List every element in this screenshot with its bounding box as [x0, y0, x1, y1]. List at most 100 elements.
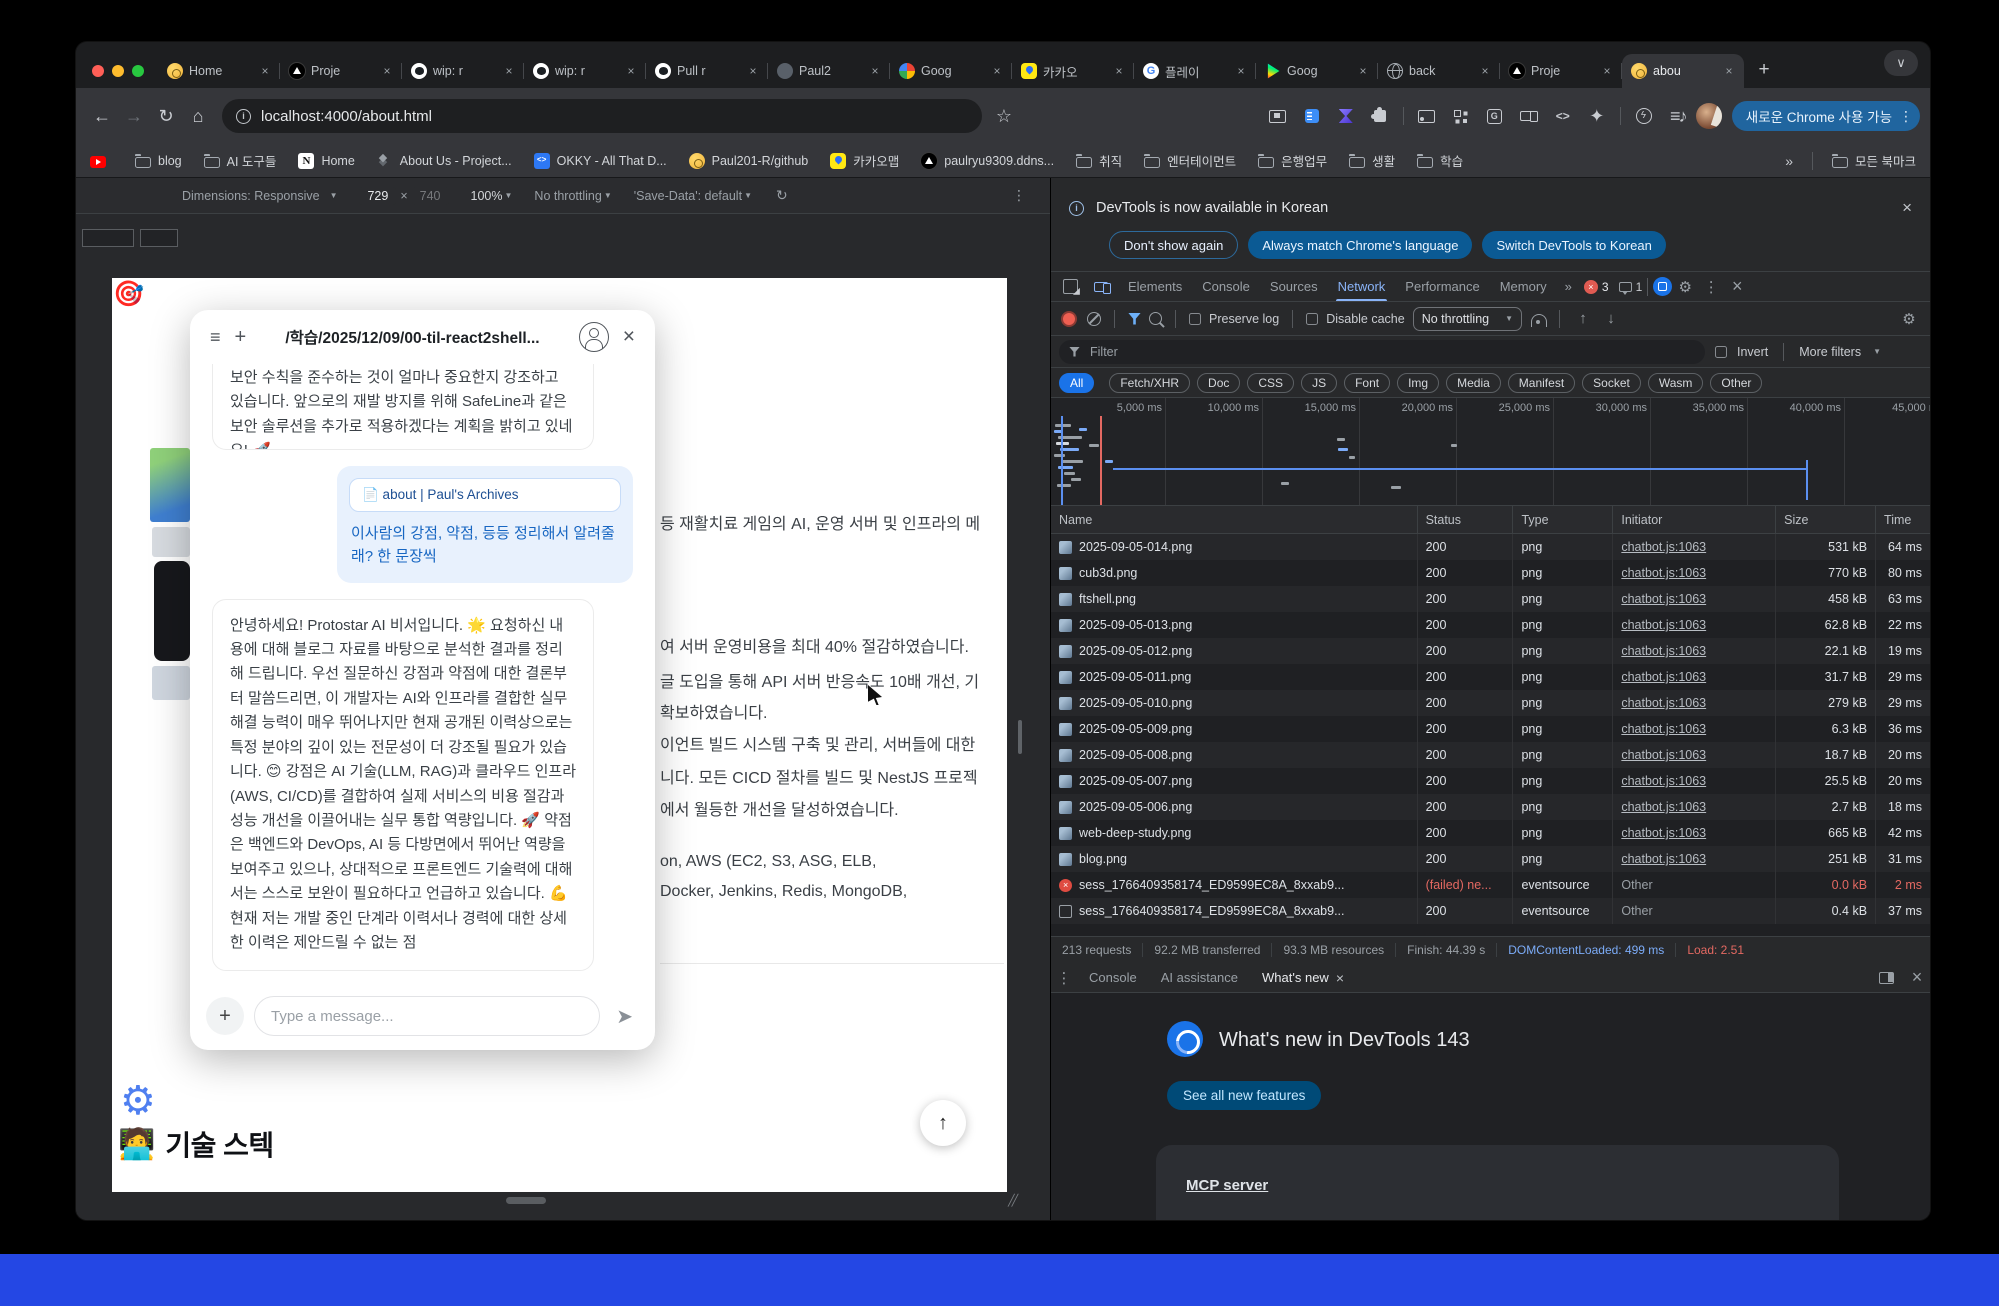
table-row[interactable]: blog.png 200 png chatbot.js:1063 251 kB … — [1051, 846, 1930, 872]
devtools-ai-icon[interactable] — [1653, 277, 1673, 296]
table-row[interactable]: cub3d.png 200 png chatbot.js:1063 770 kB… — [1051, 560, 1930, 586]
drawer-tab-console[interactable]: Console — [1077, 970, 1149, 985]
request-initiator[interactable]: chatbot.js:1063 — [1612, 716, 1775, 742]
request-initiator[interactable]: chatbot.js:1063 — [1612, 560, 1775, 586]
browser-tab[interactable]: wip: r — [402, 54, 524, 88]
throttling-dropdown[interactable]: No throttling — [534, 189, 601, 203]
table-row[interactable]: 2025-09-05-008.png 200 png chatbot.js:10… — [1051, 742, 1930, 768]
browser-tab[interactable]: 카카오 — [1012, 54, 1134, 88]
network-conditions-icon[interactable] — [1530, 313, 1548, 327]
bookmark-item[interactable]: blog — [135, 151, 182, 170]
request-initiator[interactable]: chatbot.js:1063 — [1612, 664, 1775, 690]
code-icon[interactable]: <> — [1547, 100, 1579, 132]
type-chip[interactable]: Font — [1344, 372, 1391, 393]
picture-in-picture-icon[interactable] — [1262, 100, 1294, 132]
browser-tab[interactable]: Goog — [890, 54, 1012, 88]
new-chat-icon[interactable] — [235, 326, 247, 349]
devtools-settings-icon[interactable] — [1672, 274, 1698, 300]
tab-search-chevron-icon[interactable] — [1884, 50, 1918, 76]
page-thumbnail[interactable] — [152, 666, 190, 700]
viewport-width-input[interactable]: 729 — [359, 186, 397, 205]
filter-icon[interactable] — [1128, 312, 1141, 325]
browser-tab[interactable]: back — [1378, 54, 1500, 88]
error-badge[interactable]: 3 — [1583, 279, 1609, 294]
request-initiator[interactable]: chatbot.js:1063 — [1612, 820, 1775, 846]
column-header[interactable]: Initiator — [1612, 506, 1775, 533]
type-chip[interactable]: Doc — [1197, 372, 1241, 393]
tab-close-icon[interactable] — [989, 63, 1005, 79]
browser-tab[interactable]: Paul2 — [768, 54, 890, 88]
tab-close-icon[interactable] — [1336, 970, 1344, 986]
rotate-viewport-icon[interactable] — [776, 187, 788, 204]
more-panels-chevron[interactable] — [1557, 279, 1580, 294]
browser-tab[interactable]: abou — [1622, 54, 1744, 88]
type-chip[interactable]: Img — [1397, 372, 1440, 393]
request-initiator[interactable]: chatbot.js:1063 — [1612, 768, 1775, 794]
device-toolbar-toggle-icon[interactable] — [1094, 281, 1111, 294]
save-data-dropdown[interactable]: 'Save-Data': default — [634, 189, 742, 203]
clear-icon[interactable] — [1087, 311, 1101, 326]
tab-close-icon[interactable] — [1477, 63, 1493, 79]
chat-messages[interactable]: 보안 수칙을 준수하는 것이 얼마나 중요한지 강조하고 있습니다. 앞으로의 … — [190, 364, 655, 996]
translate-icon[interactable] — [1479, 100, 1511, 132]
request-initiator[interactable]: chatbot.js:1063 — [1612, 534, 1775, 560]
sparkle-star-icon[interactable]: ✦ — [1581, 100, 1613, 132]
device-toolbar-menu-icon[interactable] — [1012, 187, 1026, 204]
column-header[interactable]: Status — [1416, 506, 1513, 533]
devtools-close-icon[interactable] — [1724, 274, 1750, 300]
tab-close-icon[interactable] — [1355, 63, 1371, 79]
devtools-tab[interactable]: Console — [1192, 272, 1260, 301]
type-chip[interactable]: Media — [1446, 372, 1501, 393]
forward-button[interactable]: → — [118, 100, 150, 132]
drawer-close-icon[interactable] — [1904, 965, 1930, 991]
address-bar[interactable]: i localhost:4000/about.html — [222, 99, 982, 133]
notification-button[interactable]: Always match Chrome's language — [1248, 231, 1473, 259]
bookmark-item[interactable]: 학습 — [1417, 151, 1463, 170]
browser-tab[interactable]: Proje — [1500, 54, 1622, 88]
inspect-element-icon[interactable] — [1063, 279, 1078, 294]
settings-gear-icon[interactable] — [120, 1078, 156, 1124]
tab-close-icon[interactable] — [1111, 63, 1127, 79]
qr-code-icon[interactable] — [1445, 100, 1477, 132]
tab-close-icon[interactable] — [867, 63, 883, 79]
message-input[interactable] — [254, 996, 601, 1036]
resize-grip-icon[interactable] — [1008, 1194, 1024, 1210]
page-thumbnail[interactable] — [154, 561, 190, 661]
dock-panel-icon[interactable] — [1879, 971, 1894, 984]
request-initiator[interactable]: chatbot.js:1063 — [1612, 638, 1775, 664]
request-initiator[interactable]: chatbot.js:1063 — [1612, 690, 1775, 716]
bookmark-item[interactable]: AI 도구들 — [203, 151, 276, 170]
menu-icon[interactable] — [210, 327, 221, 348]
request-initiator[interactable]: chatbot.js:1063 — [1612, 846, 1775, 872]
request-initiator[interactable]: Other — [1612, 872, 1775, 898]
extension-purple-icon[interactable] — [1330, 100, 1362, 132]
invert-checkbox[interactable] — [1715, 345, 1727, 358]
bookmark-item[interactable]: Home — [298, 151, 355, 170]
reload-button[interactable]: ↻ — [150, 100, 182, 132]
column-header[interactable]: Time — [1875, 506, 1930, 533]
scroll-to-top-button[interactable] — [920, 1100, 966, 1146]
bookmark-star-icon[interactable]: ☆ — [988, 100, 1020, 132]
bookmark-item[interactable]: 생활 — [1349, 151, 1395, 170]
type-chip[interactable]: Wasm — [1647, 372, 1704, 393]
browser-tab[interactable]: Home — [158, 54, 280, 88]
tab-close-icon[interactable] — [745, 63, 761, 79]
type-chip[interactable]: Fetch/XHR — [1109, 372, 1191, 393]
browser-tab[interactable]: 플레이 — [1134, 54, 1256, 88]
see-all-features-button[interactable]: See all new features — [1167, 1081, 1322, 1110]
export-har-icon[interactable]: ↓ — [1601, 310, 1621, 327]
extensions-puzzle-icon[interactable] — [1364, 100, 1396, 132]
request-initiator[interactable]: chatbot.js:1063 — [1612, 794, 1775, 820]
devtools-tab[interactable]: Elements — [1118, 272, 1192, 301]
table-row[interactable]: ftshell.png 200 png chatbot.js:1063 458 … — [1051, 586, 1930, 612]
send-icon[interactable] — [610, 1003, 639, 1030]
viewport-height-input[interactable]: 740 — [411, 186, 449, 205]
back-button[interactable]: ← — [86, 100, 118, 132]
table-row[interactable]: sess_1766409358174_ED9599EC8A_8xxab9... … — [1051, 872, 1930, 898]
type-chip[interactable]: Manifest — [1507, 372, 1576, 393]
disable-cache-checkbox[interactable] — [1306, 312, 1319, 325]
close-icon[interactable] — [623, 325, 635, 349]
tab-close-icon[interactable] — [501, 63, 517, 79]
home-button[interactable]: ⌂ — [182, 100, 214, 132]
network-overview-timeline[interactable]: 5,000 ms 10,000 ms 15,000 ms 20,000 ms 25,00… — [1051, 398, 1930, 506]
